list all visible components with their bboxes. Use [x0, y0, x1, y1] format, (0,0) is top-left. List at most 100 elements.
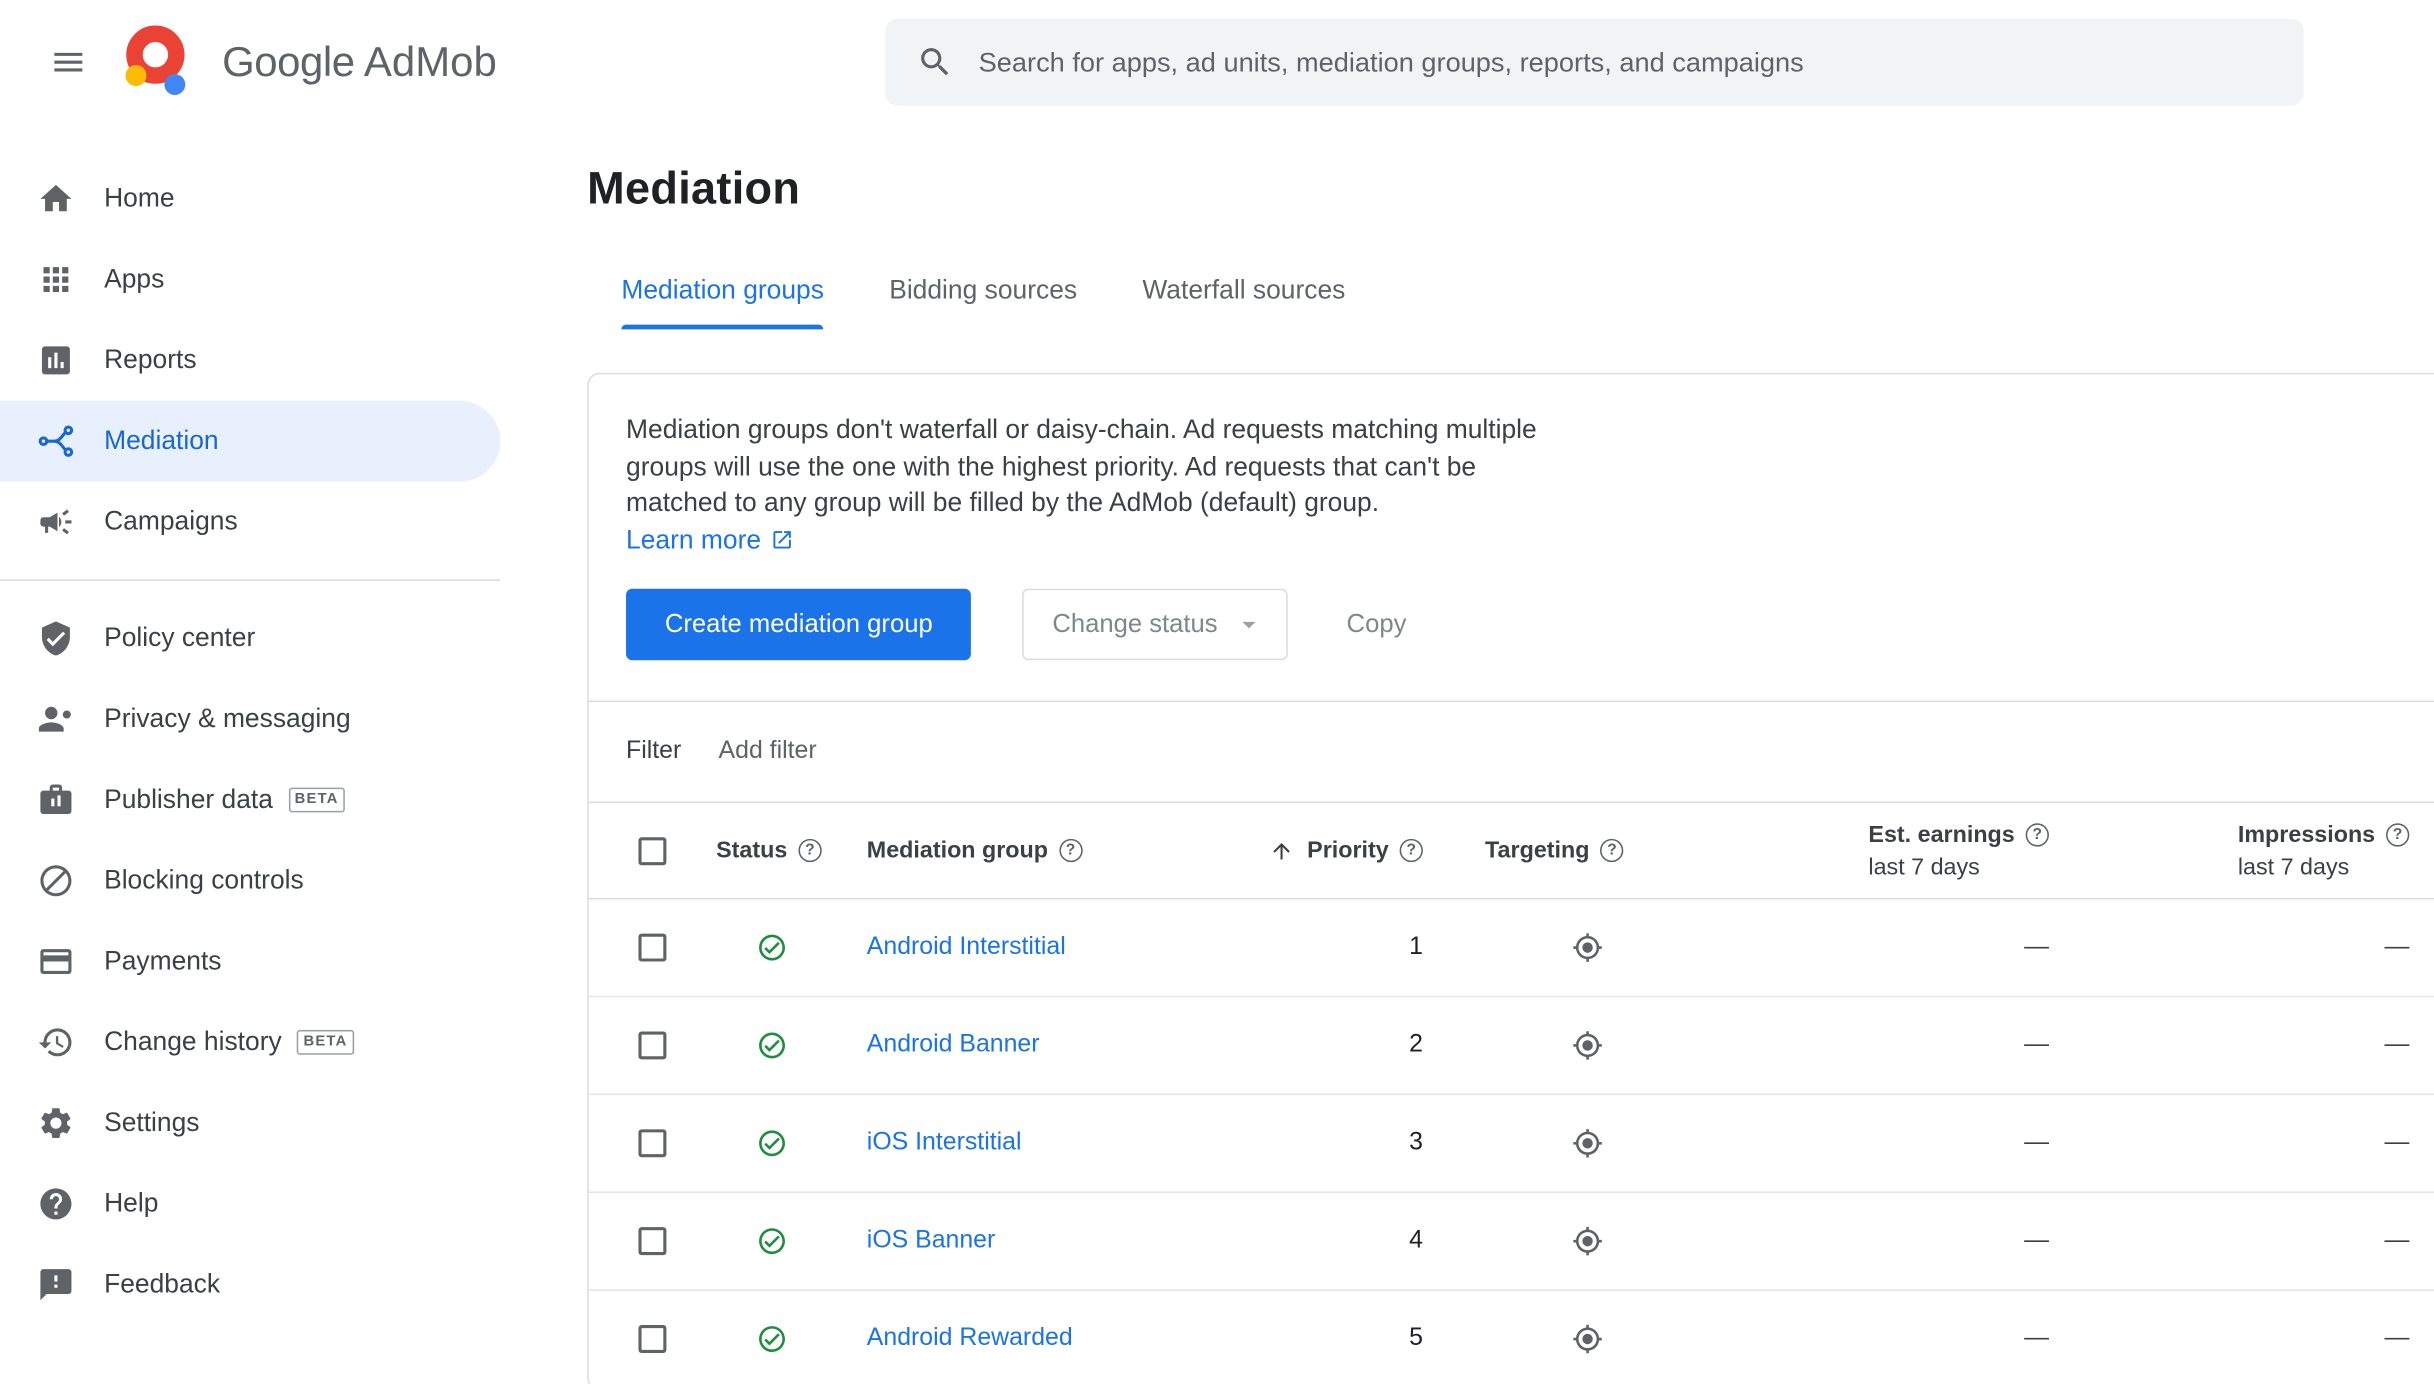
est-earnings-value: — [2024, 1129, 2049, 1156]
col-header-priority[interactable]: Priority [1307, 837, 1389, 863]
priority-value: 2 [1409, 1031, 1423, 1058]
mediation-group-link[interactable]: Android Banner [867, 1031, 1040, 1059]
search-icon [921, 48, 949, 76]
impressions-value: — [2384, 933, 2410, 961]
status-enabled-icon [759, 1326, 785, 1352]
est-earnings-value: — [2024, 1031, 2049, 1058]
sidebar-item-label: Publisher data [104, 784, 273, 814]
help-circle-icon [40, 1188, 72, 1220]
sidebar-item-help[interactable]: Help [0, 1163, 500, 1244]
table-row: Android Interstitial 1 — — [588, 899, 2434, 998]
admob-app: GoogleAdMob Home Apps Reports Mediati [0, 0, 2434, 1384]
tab-mediation-groups[interactable]: Mediation groups [621, 275, 825, 330]
sidebar-item-blocking-controls[interactable]: Blocking controls [0, 840, 500, 921]
page-title: Mediation [587, 164, 801, 215]
sidebar-item-payments[interactable]: Payments [0, 921, 500, 1002]
sidebar-item-mediation[interactable]: Mediation [0, 400, 501, 482]
sidebar: Home Apps Reports Mediation Campaigns Po… [0, 124, 587, 1325]
sidebar-item-label: Home [104, 183, 175, 213]
help-icon[interactable] [1600, 838, 1624, 863]
hamburger-icon [54, 52, 83, 72]
row-checkbox[interactable] [638, 1031, 667, 1060]
sidebar-item-change-history[interactable]: Change history BETA [0, 1002, 500, 1083]
sidebar-item-label: Privacy & messaging [104, 703, 351, 734]
table-row: Android Rewarded 5 — — [589, 1291, 2434, 1384]
priority-value: 4 [1409, 1227, 1423, 1254]
help-icon[interactable] [2386, 822, 2410, 846]
table-row: iOS Banner 4 — — [588, 1193, 2434, 1291]
sidebar-item-policy-center[interactable]: Policy center [0, 598, 500, 679]
sidebar-item-label: Mediation [104, 425, 219, 456]
sidebar-divider [0, 579, 501, 581]
sidebar-item-label: Feedback [104, 1269, 221, 1299]
sidebar-item-label: Help [104, 1188, 159, 1218]
sidebar-item-label: Payments [104, 946, 222, 976]
sidebar-item-settings[interactable]: Settings [0, 1083, 500, 1164]
change-status-button[interactable]: Change status [1022, 588, 1288, 661]
brand-home-link[interactable]: Google AdMob [118, 23, 497, 101]
row-checkbox[interactable] [638, 1129, 667, 1158]
status-enabled-icon [759, 1130, 785, 1157]
admob-logo-icon [125, 25, 186, 95]
global-search[interactable] [885, 18, 2304, 106]
topbar: Google AdMob [0, 0, 2434, 125]
briefcase-icon [40, 784, 72, 814]
targeting-icon[interactable] [1572, 1323, 1603, 1354]
sidebar-item-label: Reports [104, 344, 197, 375]
col-header-est-earnings: Est. earningslast 7 days [1868, 818, 2049, 883]
help-icon[interactable] [1058, 838, 1083, 863]
est-earnings-value: — [2024, 933, 2049, 961]
sidebar-item-privacy-messaging[interactable]: Privacy & messaging [0, 679, 500, 760]
action-buttons: Create mediation group Change status Cop… [626, 588, 2434, 661]
mediation-group-link[interactable]: Android Interstitial [867, 934, 1066, 962]
help-icon[interactable] [1399, 838, 1423, 863]
sidebar-item-apps[interactable]: Apps [0, 239, 500, 320]
row-checkbox[interactable] [638, 933, 667, 962]
priority-value: 3 [1409, 1129, 1423, 1156]
targeting-icon[interactable] [1572, 1128, 1603, 1159]
table-row: Android Banner 2 — — [588, 997, 2434, 1096]
tab-bidding-sources[interactable]: Bidding sources [889, 275, 1077, 329]
mediation-group-link[interactable]: iOS Interstitial [867, 1129, 1022, 1157]
targeting-icon[interactable] [1572, 932, 1603, 963]
create-mediation-group-button[interactable]: Create mediation group [626, 588, 972, 661]
mediation-group-link[interactable]: Android Rewarded [867, 1325, 1073, 1353]
impressions-value: — [2384, 1129, 2410, 1156]
targeting-icon[interactable] [1572, 1226, 1603, 1257]
beta-badge: BETA [288, 787, 345, 813]
sidebar-item-home[interactable]: Home [0, 158, 500, 239]
sidebar-item-campaigns[interactable]: Campaigns [0, 482, 500, 563]
select-all-checkbox[interactable] [638, 836, 667, 865]
sort-ascending-icon[interactable] [1270, 838, 1295, 863]
status-enabled-icon [759, 1228, 785, 1255]
copy-button[interactable]: Copy [1334, 589, 1419, 660]
external-link-icon [773, 530, 791, 548]
sidebar-item-label: Settings [104, 1107, 200, 1138]
row-checkbox[interactable] [638, 1227, 667, 1256]
shield-check-icon [41, 621, 70, 656]
row-checkbox[interactable] [638, 1325, 667, 1354]
add-filter-button[interactable]: Add filter [719, 738, 817, 766]
learn-more-link[interactable]: Learn more [626, 524, 794, 554]
status-enabled-icon [759, 934, 785, 961]
filter-bar: Filter Add filter [589, 702, 2434, 801]
search-input[interactable] [978, 45, 2273, 79]
mediation-group-link[interactable]: iOS Banner [867, 1227, 995, 1255]
table-header: Status Mediation group Priority Targetin… [588, 803, 2434, 900]
sidebar-item-label: Campaigns [104, 506, 238, 536]
menu-button[interactable] [37, 31, 99, 93]
tab-waterfall-sources[interactable]: Waterfall sources [1142, 275, 1345, 329]
mediation-groups-card: Mediation groups don't waterfall or dais… [587, 372, 2434, 1384]
help-icon[interactable] [2025, 822, 2049, 846]
sidebar-item-reports[interactable]: Reports [0, 320, 500, 401]
targeting-icon[interactable] [1572, 1030, 1603, 1061]
col-header-targeting: Targeting [1485, 837, 1590, 864]
sidebar-item-publisher-data[interactable]: Publisher data BETA [0, 760, 500, 841]
history-clock-icon [38, 1028, 72, 1057]
help-icon[interactable] [798, 838, 822, 863]
beta-badge: BETA [297, 1030, 354, 1055]
col-header-status: Status [716, 837, 788, 864]
sidebar-item-feedback[interactable]: Feedback [0, 1244, 500, 1325]
campaigns-megaphone-icon [40, 509, 72, 535]
block-icon [40, 865, 72, 897]
